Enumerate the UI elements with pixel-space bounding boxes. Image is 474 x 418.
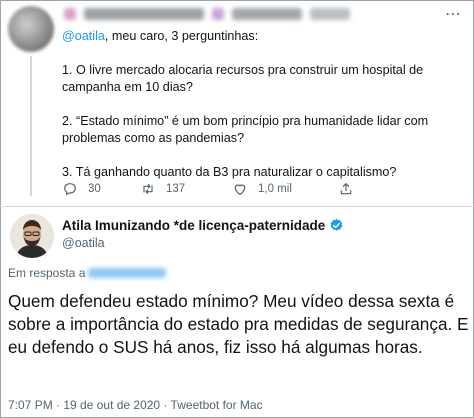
thread-line xyxy=(30,56,32,196)
retweet-count: 137 xyxy=(166,183,186,195)
like-count: 1,0 mil xyxy=(258,183,292,195)
question-2: 2. “Estado mínimo” é um bom princípio pr… xyxy=(62,114,429,145)
share-button[interactable] xyxy=(338,181,368,197)
heart-icon xyxy=(234,184,246,196)
avatar-portrait xyxy=(10,214,54,258)
display-name-text: Atila Imunizando *de licença-paternidade xyxy=(62,218,326,233)
more-dots-icon[interactable]: ⋯ xyxy=(445,4,462,24)
reply-avatar[interactable] xyxy=(8,6,54,52)
tweet-metadata: 7:07 PM · 19 de out de 2020 · Tweetbot f… xyxy=(8,398,263,412)
blurred-reply-link[interactable] xyxy=(88,268,167,278)
author-avatar[interactable] xyxy=(10,214,54,258)
reply-icon xyxy=(64,183,76,196)
like-button[interactable]: 1,0 mil xyxy=(232,181,338,197)
verified-badge-icon xyxy=(330,218,343,231)
reply-tweet[interactable]: ⋯ @oatila, meu caro, 3 perguntinhas: 1. … xyxy=(0,0,474,206)
reply-tweet-text: @oatila, meu caro, 3 perguntinhas: 1. O … xyxy=(62,28,466,198)
tweet-actions: 30 137 1,0 mil xyxy=(62,178,422,200)
retweet-button[interactable]: 137 xyxy=(140,181,232,197)
reply-button[interactable]: 30 xyxy=(62,181,140,197)
separator xyxy=(0,206,474,207)
main-tweet-text: Quem defendeu estado mínimo? Meu vídeo d… xyxy=(8,291,469,357)
author-display-name[interactable]: Atila Imunizando *de licença-paternidade xyxy=(62,218,344,233)
author-handle[interactable]: @oatila xyxy=(62,236,105,250)
intro-text: , meu caro, 3 perguntinhas: xyxy=(104,29,259,43)
share-icon xyxy=(340,183,352,195)
in-reply-prefix: Em resposta a xyxy=(8,266,86,280)
question-1: 1. O livre mercado alocaria recursos pra… xyxy=(62,63,424,94)
blurred-author-name xyxy=(64,8,364,22)
mention-link[interactable]: @oatila xyxy=(62,29,105,43)
reply-count: 30 xyxy=(88,183,101,195)
retweet-icon xyxy=(143,183,153,195)
in-reply-to: Em resposta a xyxy=(8,266,167,280)
